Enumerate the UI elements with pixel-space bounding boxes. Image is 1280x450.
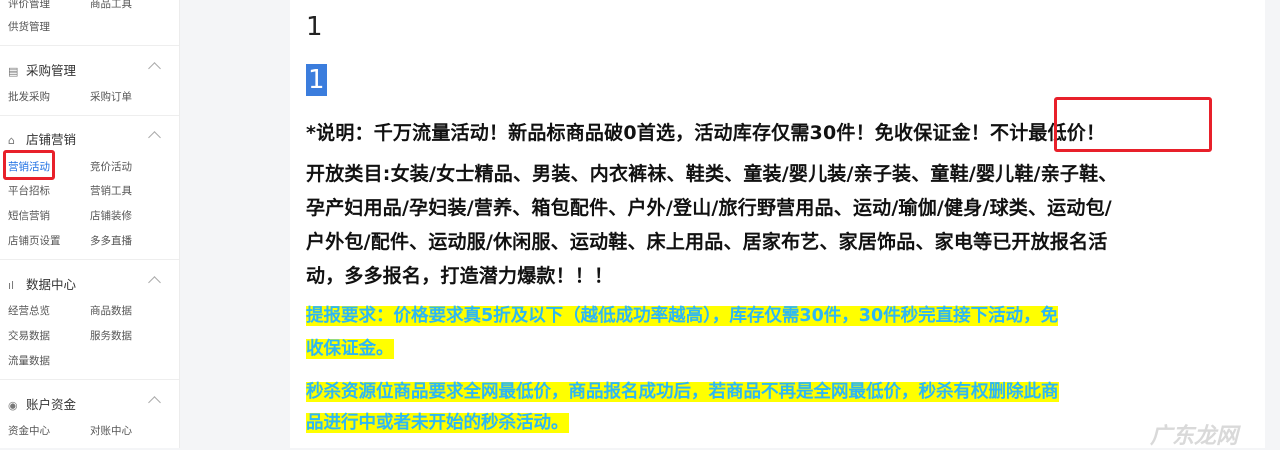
sidebar-divider [0, 259, 179, 260]
annotation-highlight-box [3, 150, 55, 180]
text-line-1: 1 [306, 12, 323, 42]
sidebar-link-reviews[interactable]: 评价管理 [8, 0, 50, 11]
category-line: 孕产妇用品/孕妇装/营养、箱包配件、户外/登山/旅行野营用品、运动/瑜伽/健身/… [306, 197, 1112, 219]
seckill-text: 品进行中或者未开始的秒杀活动。 [306, 413, 569, 433]
requirement-text: 提报要求：价格要求真5折及以下（越低成功率越高），库存仅需30件，30件秒完直接… [306, 306, 1059, 326]
section-title: 店铺营销 [26, 132, 77, 147]
sidebar-link-decoration[interactable]: 店铺装修 [90, 208, 132, 223]
sidebar-link-reconcile[interactable]: 对账中心 [90, 423, 132, 438]
sidebar-section-data[interactable]: ıl 数据中心 [8, 274, 76, 293]
section-title: 账户资金 [26, 397, 77, 412]
store-icon: ⌂ [8, 134, 15, 147]
sidebar-link-marketing-tools[interactable]: 营销工具 [90, 183, 132, 198]
requirement-line: 收保证金。 [306, 335, 394, 360]
site-watermark: 广东龙网 [1150, 424, 1239, 449]
sidebar-nav: 评价管理 商品工具 供货管理 ▤ 采购管理 批发采购 采购订单 ⌂ 店铺营销 营销活… [0, 0, 180, 448]
sidebar-link-service-data[interactable]: 服务数据 [90, 328, 132, 343]
sidebar-link-bidding[interactable]: 竞价活动 [90, 159, 132, 174]
activity-note-main: *说明：千万流量活动！新品标商品破0首选，活动库存仅需30件！免收保证金！ [306, 122, 990, 144]
sidebar-link-sms[interactable]: 短信营销 [8, 208, 50, 223]
chevron-up-icon[interactable] [148, 276, 161, 289]
sidebar-section-account[interactable]: ◉ 账户资金 [8, 394, 76, 413]
requirement-line: 提报要求：价格要求真5折及以下（越低成功率越高），库存仅需30件，30件秒完直接… [306, 302, 1059, 327]
sidebar-link-supply[interactable]: 供货管理 [8, 19, 50, 34]
selected-text: 1 [306, 64, 327, 96]
seckill-line: 品进行中或者未开始的秒杀活动。 [306, 409, 569, 434]
sidebar-link-live[interactable]: 多多直播 [90, 233, 132, 248]
seckill-text: 秒杀资源位商品要求全网最低价，商品报名成功后，若商品不再是全网最低价，秒杀有权删… [306, 382, 1059, 402]
sidebar-section-marketing[interactable]: ⌂ 店铺营销 [8, 129, 76, 148]
sidebar-divider [0, 379, 179, 380]
coin-icon: ◉ [8, 399, 18, 412]
sidebar-link-trade-data[interactable]: 交易数据 [8, 328, 50, 343]
sidebar-link-shop-page[interactable]: 店铺页设置 [8, 233, 61, 248]
section-title: 采购管理 [26, 63, 77, 78]
seckill-line: 秒杀资源位商品要求全网最低价，商品报名成功后，若商品不再是全网最低价，秒杀有权删… [306, 378, 1059, 403]
clipboard-icon: ▤ [8, 65, 19, 78]
activity-note: *说明：千万流量活动！新品标商品破0首选，活动库存仅需30件！免收保证金！不计最… [306, 118, 1105, 145]
sidebar-divider [0, 45, 179, 46]
section-title: 数据中心 [26, 277, 77, 292]
sidebar-link-wholesale[interactable]: 批发采购 [8, 89, 50, 104]
sidebar-link-traffic-data[interactable]: 流量数据 [8, 353, 50, 368]
sidebar-link-tender[interactable]: 平台招标 [8, 183, 50, 198]
category-line: 动，多多报名，打造潜力爆款！！！ [306, 265, 614, 287]
sidebar-link-product-data[interactable]: 商品数据 [90, 303, 132, 318]
sidebar-link-purchase-orders[interactable]: 采购订单 [90, 89, 132, 104]
requirement-text: 收保证金。 [306, 339, 394, 359]
sidebar-section-purchase[interactable]: ▤ 采购管理 [8, 60, 76, 79]
category-line: 户外包/配件、运动服/休闲服、运动鞋、床上用品、居家布艺、家居饰品、家电等已开放… [306, 231, 1108, 253]
chevron-up-icon[interactable] [148, 131, 161, 144]
bar-chart-icon: ıl [8, 279, 15, 292]
activity-description-panel: 1 1 *说明：千万流量活动！新品标商品破0首选，活动库存仅需30件！免收保证金… [290, 0, 1265, 448]
chevron-up-icon[interactable] [148, 62, 161, 75]
chevron-up-icon[interactable] [148, 396, 161, 409]
sidebar-link-product-tools[interactable]: 商品工具 [90, 0, 132, 11]
sidebar-divider [0, 115, 179, 116]
category-line: 开放类目:女装/女士精品、男装、内衣裤袜、鞋类、童装/婴儿装/亲子装、童鞋/婴儿… [306, 163, 1118, 185]
sidebar-link-funds[interactable]: 资金中心 [8, 423, 50, 438]
annotation-highlight-box [1054, 97, 1212, 152]
sidebar-link-overview[interactable]: 经营总览 [8, 303, 50, 318]
